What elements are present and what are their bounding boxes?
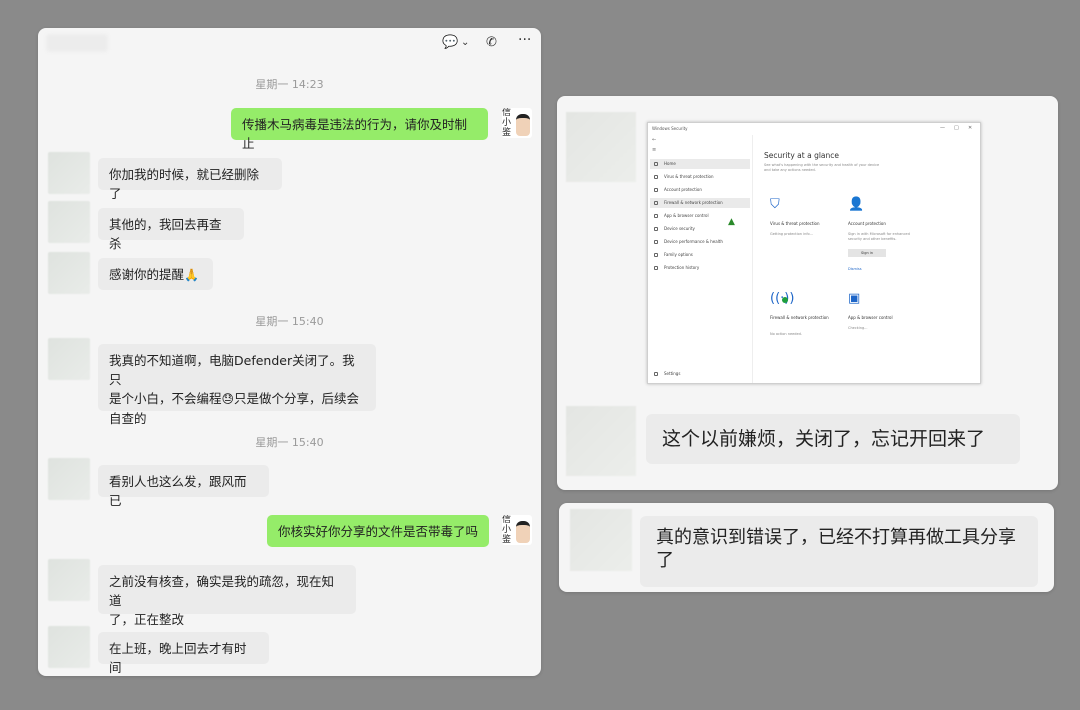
received-message[interactable]: 这个以前嫌烦，关闭了，忘记开回来了 [646,414,1020,464]
close-icon: ✕ [968,125,973,131]
avatar[interactable] [570,509,632,571]
nav-item-virus: Virus & threat protection [650,172,750,182]
person-icon: 👤 [848,197,865,212]
avatar[interactable] [48,152,90,194]
timestamp: 星期一 14:23 [255,78,324,91]
avatar[interactable] [48,626,90,668]
received-message[interactable]: 之前没有核查，确实是我的疏忽，现在知道 了，正在整改 [98,565,356,627]
face-icon [516,114,530,136]
tile-firewall: ((·)) Firewall & network protection No a… [764,283,840,379]
windows-security-screenshot[interactable]: Windows Security — □ ✕ ← ≡ Home Virus & … [647,122,981,384]
received-message[interactable]: 真的意识到错误了，已经不打算再做工具分享 了 [640,516,1038,587]
sweat-emoji-icon: 😓 [221,392,235,406]
sent-message[interactable]: 传播木马病毒是违法的行为，请你及时制止 [231,108,488,151]
chat-excerpt-screenshot: Windows Security — □ ✕ ← ≡ Home Virus & … [557,96,1058,490]
timestamp: 星期一 15:40 [255,436,324,449]
minimize-icon: — [940,125,945,131]
received-message[interactable]: 其他的，我回去再查杀 [98,208,244,251]
nav-item-family: Family options [650,250,750,260]
ok-badge-icon [782,297,788,303]
menu-icon: ≡ [652,147,657,153]
avatar[interactable] [48,559,90,601]
phone-icon[interactable]: ✆ [486,35,497,50]
nav-item-app-browser: App & browser control [650,211,750,221]
more-icon[interactable]: ··· [518,32,531,48]
avatar[interactable] [48,252,90,294]
security-sidebar: ← ≡ Home Virus & threat protection Accou… [648,135,753,383]
avatar[interactable] [48,201,90,243]
tile-app-browser: ▣ App & browser control Checking... [848,291,893,330]
nav-item-firewall: Firewall & network protection [650,198,750,208]
avatar[interactable] [48,338,90,380]
chat-bubble-icon[interactable]: 💬 [442,35,458,50]
received-message[interactable]: 看别人也这么发，跟风而已 [98,465,269,508]
received-message[interactable]: 我真的不知道啊，电脑Defender关闭了。我只 是个小白，不会编程😓只是做个分… [98,344,376,426]
avatar[interactable]: 信小鉴 [502,515,532,545]
tile-virus: ⛉ Virus & threat protection Getting prot… [770,197,820,236]
chat-header: 💬 ⌄ ✆ ··· [38,28,541,58]
received-message[interactable]: 在上班，晚上回去才有时间 [98,632,269,675]
pray-emoji-icon: 🙏 [184,268,199,282]
sent-message[interactable]: 你核实好你分享的文件是否带毒了吗 [267,515,489,547]
chevron-down-icon[interactable]: ⌄ [461,37,469,48]
sign-in-button: Sign in [848,249,886,257]
face-icon [516,521,530,543]
security-heading: Security at a glance [764,151,840,160]
chat-window: 💬 ⌄ ✆ ··· 星期一 14:23 传播木马病毒是违法的行为，请你及时制止 … [38,28,541,676]
nav-item-home: Home [650,159,750,169]
security-subheading: See what's happening with the security a… [764,163,880,172]
back-icon: ← [652,137,657,143]
avatar[interactable] [566,406,636,476]
window-icon: ▣ [848,291,861,306]
avatar[interactable] [566,112,636,182]
cursor-icon: ▲ [728,217,735,227]
nav-item-account: Account protection [650,185,750,195]
chat-excerpt: 真的意识到错误了，已经不打算再做工具分享 了 [559,503,1054,592]
nav-item-settings: Settings [650,369,750,379]
timestamp: 星期一 15:40 [255,315,324,328]
received-message[interactable]: 你加我的时候，就已经删除了 [98,158,282,201]
dismiss-link: Dismiss [848,267,862,271]
nav-item-history: Protection history [650,263,750,273]
contact-name-blurred [46,34,108,52]
avatar[interactable] [48,458,90,500]
window-title: Windows Security [652,126,688,131]
nav-item-device-health: Device performance & health [650,237,750,247]
shield-icon: ⛉ [770,197,780,212]
avatar[interactable]: 信小鉴 [502,108,532,138]
maximize-icon: □ [954,125,959,131]
nav-item-device-security: Device security [650,224,750,234]
tile-account: 👤 Account protection Sign in with Micros… [848,197,910,271]
received-message[interactable]: 感谢你的提醒🙏 [98,258,213,290]
